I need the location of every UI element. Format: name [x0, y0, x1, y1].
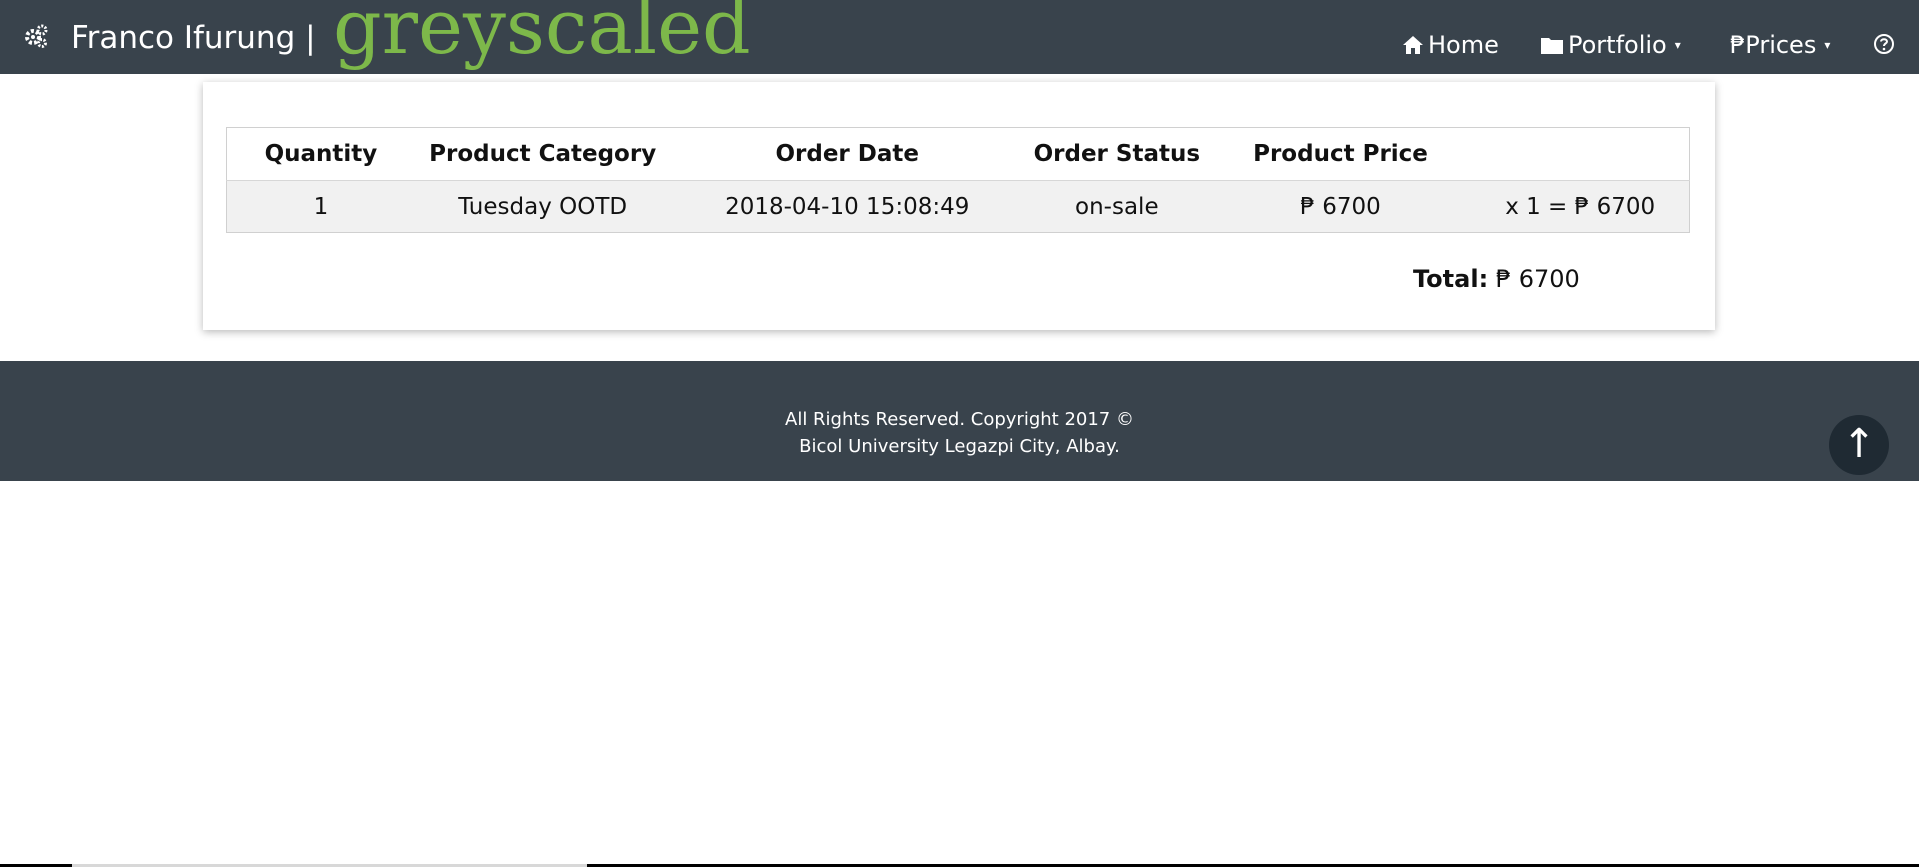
cell-order-date: 2018-04-10 15:08:49 — [670, 180, 1024, 233]
nav-portfolio-label: Portfolio — [1568, 31, 1667, 59]
nav-portfolio[interactable]: Portfolio ▾ — [1540, 30, 1681, 60]
header-order-date: Order Date — [670, 127, 1024, 181]
header-order-status: Order Status — [1023, 127, 1210, 181]
folder-icon — [1541, 38, 1563, 54]
footer-copyright: All Rights Reserved. Copyright 2017 © — [785, 409, 1134, 430]
help-icon — [1874, 34, 1894, 54]
footer-address: Bicol University Legazpi City, Albay. — [799, 436, 1120, 457]
cell-subtotal: x 1 = ₱ 6700 — [1471, 180, 1690, 233]
order-card: Quantity Product Category Order Date Ord… — [203, 82, 1715, 330]
total-label: Total: — [1413, 265, 1489, 293]
brand-logo[interactable]: greyscaled — [333, 0, 751, 70]
arrow-up-icon: ↑ — [1842, 421, 1876, 467]
help-button[interactable] — [1873, 33, 1895, 55]
nav-home-label: Home — [1428, 31, 1499, 59]
back-to-top-button[interactable]: ↑ — [1829, 415, 1889, 475]
chevron-down-icon: ▾ — [1674, 38, 1681, 52]
footer: All Rights Reserved. Copyright 2017 © Bi… — [0, 361, 1919, 481]
top-navbar: Franco Ifurung | greyscaled Home Portfol… — [0, 0, 1919, 74]
order-total: Total: ₱ 6700 — [1413, 265, 1580, 293]
gears-icon — [25, 24, 48, 48]
header-subtotal — [1471, 127, 1690, 181]
brand-name[interactable]: Franco Ifurung | — [71, 19, 316, 57]
header-product-category: Product Category — [414, 127, 671, 181]
cell-quantity: 1 — [226, 180, 415, 233]
orders-table: Quantity Product Category Order Date Ord… — [226, 127, 1690, 233]
chevron-down-icon: ▾ — [1824, 38, 1831, 52]
nav-prices-label: ₱Prices — [1730, 31, 1817, 59]
home-icon — [1403, 36, 1423, 54]
header-product-price: Product Price — [1209, 127, 1472, 181]
total-value: ₱ 6700 — [1495, 265, 1580, 293]
header-quantity: Quantity — [226, 127, 415, 181]
table-header-row: Quantity Product Category Order Date Ord… — [226, 127, 1690, 181]
cell-product-price: ₱ 6700 — [1209, 180, 1472, 233]
table-row: 1 Tuesday OOTD 2018-04-10 15:08:49 on-sa… — [226, 180, 1690, 233]
nav-prices[interactable]: ₱Prices ▾ — [1730, 30, 1830, 60]
cell-product-category: Tuesday OOTD — [414, 180, 671, 233]
nav-home[interactable]: Home — [1402, 30, 1499, 60]
cell-order-status: on-sale — [1023, 180, 1210, 233]
